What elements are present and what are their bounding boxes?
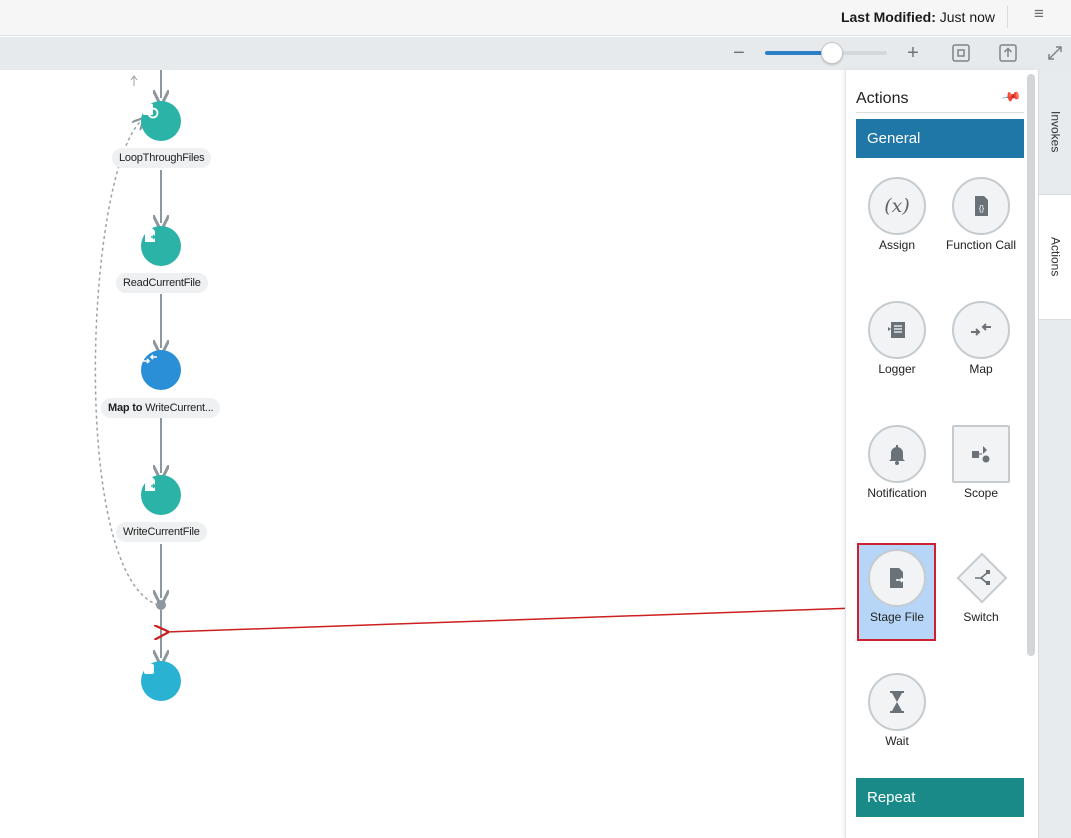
svg-text:{}: {} bbox=[979, 204, 985, 213]
map-icon bbox=[143, 354, 157, 364]
tab-invokes[interactable]: Invokes bbox=[1039, 70, 1071, 194]
loop-icon bbox=[143, 104, 159, 119]
action-notification[interactable]: Notification bbox=[861, 425, 933, 500]
action-stage-file[interactable]: Stage File bbox=[861, 549, 933, 624]
action-map[interactable]: Map bbox=[945, 301, 1017, 376]
palette-scrollbar[interactable] bbox=[1027, 74, 1035, 656]
node-label[interactable]: Map to WriteCurrent... bbox=[101, 398, 221, 418]
action-function-call[interactable]: {} Function Call bbox=[945, 177, 1017, 252]
map-arrows-icon bbox=[952, 301, 1010, 359]
divider bbox=[1007, 6, 1008, 28]
action-label: Logger bbox=[878, 362, 916, 376]
switch-icon bbox=[952, 549, 1010, 607]
reset-view-button[interactable] bbox=[996, 41, 1020, 65]
action-label: Assign bbox=[878, 238, 916, 252]
node-label-prefix: Map to bbox=[108, 402, 143, 414]
stop-icon bbox=[144, 664, 154, 674]
action-label: Scope bbox=[963, 486, 999, 500]
action-label: Wait bbox=[885, 734, 909, 748]
pin-icon[interactable]: 📌 bbox=[1000, 86, 1022, 108]
bell-icon bbox=[868, 425, 926, 483]
fit-to-screen-icon bbox=[952, 44, 970, 62]
section-repeat-header[interactable]: Repeat bbox=[856, 778, 1024, 817]
top-bar: Last Modified: Just now ≡ bbox=[0, 0, 1071, 36]
action-label: Function Call bbox=[945, 238, 1017, 252]
node-label-text: ReadCurrentFile bbox=[123, 277, 201, 289]
end-node[interactable] bbox=[141, 661, 181, 701]
file-icon bbox=[145, 477, 156, 491]
flow-connectors bbox=[94, 70, 845, 838]
minus-icon: − bbox=[733, 42, 745, 64]
drag-indicator-arrow bbox=[166, 607, 845, 632]
divider bbox=[856, 112, 1024, 113]
action-logger[interactable]: Logger bbox=[861, 301, 933, 376]
node-label[interactable]: WriteCurrentFile bbox=[116, 522, 207, 542]
side-tabs: Invokes Actions bbox=[1038, 70, 1071, 838]
node-label-text: WriteCurrentFile bbox=[123, 526, 200, 538]
actions-palette: Actions 📌 General (x) Assign {} Function… bbox=[845, 70, 1037, 838]
file-icon bbox=[145, 228, 156, 242]
write-file-node[interactable] bbox=[141, 475, 181, 515]
tab-label: Invokes bbox=[1048, 111, 1063, 153]
logger-icon bbox=[868, 301, 926, 359]
hamburger-menu-icon[interactable]: ≡ bbox=[1030, 3, 1048, 25]
node-label-text: WriteCurrent... bbox=[142, 402, 214, 414]
action-label: Switch bbox=[963, 610, 999, 624]
canvas-toolbar: − + bbox=[0, 37, 1071, 70]
scope-icon bbox=[952, 425, 1010, 483]
action-label: Map bbox=[969, 362, 993, 376]
hourglass-icon bbox=[868, 673, 926, 731]
zoom-out-button[interactable]: − bbox=[727, 41, 751, 65]
expand-icon bbox=[1048, 46, 1062, 60]
variable-x-icon: (x) bbox=[868, 177, 926, 235]
loop-node[interactable] bbox=[141, 101, 181, 141]
reset-view-icon bbox=[999, 44, 1017, 62]
action-label: Notification bbox=[867, 486, 927, 500]
action-label: Stage File bbox=[869, 610, 925, 624]
node-label-text: LoopThroughFiles bbox=[119, 152, 205, 164]
action-wait[interactable]: Wait bbox=[861, 673, 933, 748]
palette-title: Actions bbox=[856, 90, 909, 107]
read-file-node[interactable] bbox=[141, 226, 181, 266]
tab-actions[interactable]: Actions bbox=[1039, 194, 1071, 320]
node-label[interactable]: ReadCurrentFile bbox=[116, 273, 208, 293]
last-modified-label: Last Modified: bbox=[840, 9, 936, 25]
last-modified-status: Last Modified: Just now bbox=[841, 9, 995, 25]
section-general-header[interactable]: General bbox=[856, 119, 1024, 158]
stage-file-icon bbox=[868, 549, 926, 607]
node-label[interactable]: LoopThroughFiles bbox=[112, 148, 212, 168]
plus-icon: + bbox=[907, 42, 919, 64]
action-assign[interactable]: (x) Assign bbox=[861, 177, 933, 252]
map-node[interactable] bbox=[141, 350, 181, 390]
tab-label: Actions bbox=[1048, 237, 1063, 277]
last-modified-value: Just now bbox=[939, 9, 995, 25]
function-file-icon: {} bbox=[952, 177, 1010, 235]
fit-to-screen-button[interactable] bbox=[949, 41, 973, 65]
action-switch[interactable]: Switch bbox=[945, 549, 1017, 624]
expand-button[interactable] bbox=[1043, 41, 1067, 65]
action-scope[interactable]: Scope bbox=[945, 425, 1017, 500]
zoom-slider-handle[interactable] bbox=[821, 42, 844, 64]
zoom-in-button[interactable]: + bbox=[901, 41, 925, 65]
integration-canvas[interactable]: LoopThroughFiles ReadCurrentFile Map to … bbox=[0, 70, 845, 838]
